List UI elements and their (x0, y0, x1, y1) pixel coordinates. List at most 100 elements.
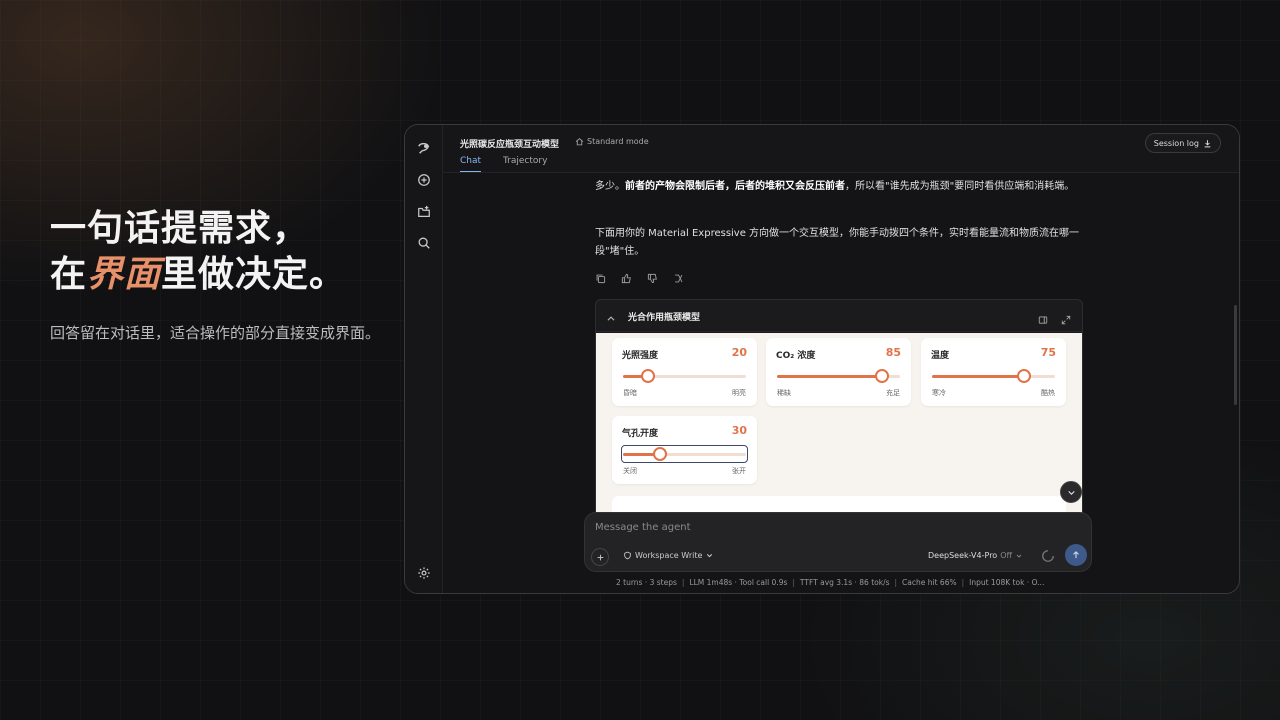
session-log-button[interactable]: Session log (1144, 133, 1221, 153)
home-icon (575, 138, 584, 146)
expand-icon[interactable] (1061, 310, 1071, 329)
plus-icon (597, 554, 603, 560)
mode-label: Standard mode (587, 137, 649, 146)
logo-icon[interactable] (414, 138, 434, 158)
workspace-label: Workspace Write (635, 551, 703, 560)
hero: 一句话提需求， 在界面里做决定。 回答留在对话里，适合操作的部分直接变成界面。 (50, 205, 380, 346)
side-rail (405, 125, 443, 593)
chevron-down-icon (1016, 554, 1022, 558)
shield-icon (624, 551, 631, 560)
message-input[interactable] (595, 522, 995, 533)
composer: Workspace Write DeepSeek-V4-Pro Off (584, 512, 1092, 572)
slider-thumb[interactable] (652, 447, 667, 461)
stomata-slider[interactable] (621, 445, 748, 463)
slider-min-label: 关闭 (623, 467, 637, 475)
scrollbar[interactable] (1234, 305, 1237, 405)
slider-max-label: 张开 (732, 467, 746, 475)
chat-content: 多少。前者的产物会限制后者，后者的堆积又会反压前者，所以看"谁先成为瓶颈"要同时… (443, 174, 1239, 593)
status-line: 2 turns · 3 steps | LLM 1m48s · Tool call … (616, 578, 1044, 587)
status-input: Input 108K tok · O... (969, 578, 1045, 587)
temperature-slider[interactable] (932, 369, 1055, 383)
slider-thumb[interactable] (640, 369, 655, 383)
hero-heading: 一句话提需求， 在界面里做决定。 (50, 205, 380, 297)
chevron-down-icon (707, 554, 713, 558)
workspace-select[interactable]: Workspace Write (623, 551, 714, 560)
session-log-label: Session log (1153, 138, 1199, 148)
scroll-to-bottom-button[interactable] (1060, 481, 1082, 503)
slider-fill (932, 375, 1025, 378)
message-actions (593, 271, 685, 285)
copy-icon[interactable] (593, 271, 607, 285)
hero-line-2-prefix: 在 (50, 253, 88, 295)
status-llm: LLM 1m48s · Tool call 0.9s (689, 578, 788, 587)
model-select[interactable]: DeepSeek-V4-Pro Off (928, 551, 1023, 560)
app-window: 光照碳反应瓶颈互动模型 Standard mode Chat Trajector… (404, 124, 1240, 594)
assistant-paragraph-2: 下面用你的 Material Expressive 方向做一个交互模型，你能手动… (595, 228, 1080, 257)
slider-label: 气孔开度 (622, 429, 659, 439)
para1-start: 多少。 (595, 181, 625, 192)
separator: | (961, 578, 965, 587)
thumbs-up-icon[interactable] (619, 271, 633, 285)
separator: | (894, 578, 898, 587)
panel-body: 光照强度 20 昏暗 明亮 CO₂ 浓度 85 稀缺 充足 温度 75 寒冷 酷… (596, 333, 1082, 518)
co2-slider[interactable] (777, 369, 900, 383)
separator: | (792, 578, 795, 587)
hero-line-2-suffix: 里做决定。 (161, 253, 347, 295)
settings-gear-icon[interactable] (414, 563, 434, 583)
slider-thumb[interactable] (874, 369, 889, 383)
widget-panel: 光合作用瓶颈模型 光照强度 20 昏暗 明亮 CO₂ 浓度 85 稀缺 充足 温… (595, 299, 1083, 519)
status-turns: 2 turns · 3 steps (616, 578, 677, 587)
slider-max-label: 明亮 (732, 389, 746, 397)
slider-card-temperature: 温度 75 寒冷 酷热 (921, 338, 1066, 406)
tab-trajectory[interactable]: Trajectory (503, 156, 547, 171)
tab-chat[interactable]: Chat (460, 156, 482, 172)
slider-min-label: 寒冷 (932, 389, 946, 397)
loading-spinner-icon (1042, 550, 1054, 562)
slider-card-co2: CO₂ 浓度 85 稀缺 充足 (766, 338, 911, 406)
slider-value: 20 (731, 346, 747, 359)
separator: | (681, 578, 685, 587)
slider-card-light: 光照强度 20 昏暗 明亮 (612, 338, 757, 406)
para1-end: ，所以看"谁先成为瓶颈"要同时看供应端和消耗端。 (845, 181, 1075, 192)
hero-subtitle: 回答留在对话里，适合操作的部分直接变成界面。 (50, 324, 381, 342)
slider-min-label: 稀缺 (777, 389, 791, 397)
add-attachment-button[interactable] (591, 548, 609, 566)
new-chat-icon[interactable] (414, 170, 434, 190)
slider-value: 30 (731, 424, 747, 437)
status-cache: Cache hit 66% (902, 578, 957, 587)
slider-fill (777, 375, 882, 378)
slider-value: 85 (885, 346, 901, 359)
side-panel-icon[interactable] (1038, 310, 1048, 329)
slider-thumb[interactable] (1017, 369, 1032, 383)
search-icon[interactable] (414, 233, 434, 253)
top-bar: 光照碳反应瓶颈互动模型 Standard mode Chat Trajector… (443, 125, 1239, 173)
model-state: Off (1000, 551, 1013, 560)
slider-min-label: 昏暗 (623, 389, 637, 397)
slider-label: 温度 (931, 351, 950, 361)
conversation-title: 光照碳反应瓶颈互动模型 (460, 140, 560, 150)
assistant-paragraph-1: 多少。前者的产物会限制后者，后者的堆积又会反压前者，所以看"谁先成为瓶颈"要同时… (595, 178, 1081, 196)
chevron-down-icon (1067, 490, 1075, 495)
slider-max-label: 酷热 (1041, 389, 1055, 397)
slider-card-stomata: 气孔开度 30 关闭 张开 (612, 416, 757, 484)
download-icon (1204, 139, 1211, 147)
arrow-up-icon (1073, 551, 1079, 559)
slider-value: 75 (1040, 346, 1056, 359)
slider-max-label: 充足 (886, 389, 900, 397)
panel-header: 光合作用瓶颈模型 (596, 300, 1082, 332)
slider-label: CO₂ 浓度 (776, 351, 816, 361)
send-button[interactable] (1065, 544, 1087, 566)
collapse-chevron-icon[interactable] (606, 309, 616, 328)
thumbs-down-icon[interactable] (645, 271, 659, 285)
panel-title: 光合作用瓶颈模型 (628, 313, 701, 323)
mode-indicator[interactable]: Standard mode (575, 137, 649, 146)
model-name: DeepSeek-V4-Pro (928, 551, 998, 560)
para1-bold: 前者的产物会限制后者，后者的堆积又会反压前者 (625, 181, 845, 192)
branch-icon[interactable] (671, 271, 685, 285)
new-folder-icon[interactable] (414, 202, 434, 222)
hero-line-1: 一句话提需求， (50, 207, 310, 249)
slider-label: 光照强度 (622, 351, 659, 361)
hero-line-2-accent: 界面 (87, 253, 162, 295)
light-slider[interactable] (623, 369, 746, 383)
status-ttft: TTFT avg 3.1s · 86 tok/s (799, 578, 890, 587)
